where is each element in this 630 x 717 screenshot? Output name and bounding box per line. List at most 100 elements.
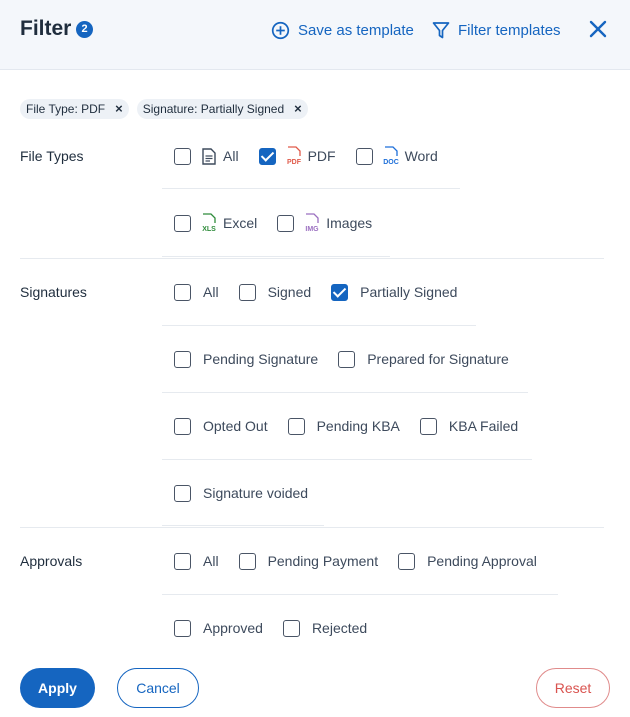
divider xyxy=(162,594,558,595)
option-file-type-excel[interactable]: XLS Excel xyxy=(174,212,257,234)
option-label: Prepared for Signature xyxy=(367,351,509,367)
checkbox-checked[interactable] xyxy=(258,147,276,165)
option-label: Word xyxy=(404,148,438,164)
option-approval-approved[interactable]: Approved xyxy=(174,619,263,637)
plus-circle-icon xyxy=(271,21,290,39)
option-approval-all[interactable]: All xyxy=(174,552,219,570)
page-title: Filter xyxy=(20,17,72,40)
signatures-row-3: Opted Out Pending KBA KBA Failed xyxy=(174,415,538,437)
checkbox[interactable] xyxy=(174,147,191,165)
active-filter-chips: File Type: PDF × Signature: Partially Si… xyxy=(20,99,308,119)
signatures-row-1: All Signed Partially Signed xyxy=(174,281,477,303)
checkbox[interactable] xyxy=(338,350,356,368)
option-label: Pending KBA xyxy=(316,418,400,434)
checkbox[interactable] xyxy=(282,619,300,637)
option-label: All xyxy=(223,148,239,164)
option-label: Excel xyxy=(223,215,258,231)
svg-text:DOC: DOC xyxy=(383,159,399,166)
section-label-approvals: Approvals xyxy=(20,553,83,569)
option-approval-pending-approval[interactable]: Pending Approval xyxy=(398,552,537,570)
option-signature-prepared[interactable]: Prepared for Signature xyxy=(338,350,509,368)
option-approval-pending-payment[interactable]: Pending Payment xyxy=(238,552,379,570)
checkbox[interactable] xyxy=(277,214,295,232)
divider xyxy=(162,325,476,326)
checkbox[interactable] xyxy=(174,552,191,570)
filter-templates-button[interactable]: Filter templates xyxy=(432,19,561,41)
checkbox[interactable] xyxy=(238,552,256,570)
approvals-row-1: All Pending Payment Pending Approval xyxy=(174,550,557,572)
apply-button[interactable]: Apply xyxy=(20,668,95,708)
file-types-row-2: XLS Excel IMG Images xyxy=(174,212,392,234)
option-signature-all[interactable]: All xyxy=(174,283,219,301)
option-file-type-all[interactable]: All xyxy=(174,145,239,167)
option-label: Rejected xyxy=(311,620,368,636)
divider xyxy=(162,256,390,257)
option-file-type-word[interactable]: DOC Word xyxy=(355,145,438,167)
close-icon[interactable] xyxy=(588,19,608,39)
option-file-type-pdf[interactable]: PDF PDF xyxy=(258,145,336,167)
doc-file-icon: DOC xyxy=(381,145,401,167)
filter-header: Filter 2 Save as template Filter templat… xyxy=(0,0,630,70)
pdf-file-icon: PDF xyxy=(284,145,304,167)
svg-text:IMG: IMG xyxy=(306,226,320,233)
filter-templates-label: Filter templates xyxy=(458,21,561,39)
option-label: Pending Payment xyxy=(267,553,379,569)
filter-chip: File Type: PDF × xyxy=(20,99,129,119)
option-signature-signed[interactable]: Signed xyxy=(238,283,312,301)
section-divider xyxy=(20,258,604,259)
option-label: Opted Out xyxy=(203,418,268,434)
checkbox[interactable] xyxy=(174,417,191,435)
cancel-button[interactable]: Cancel xyxy=(117,668,199,708)
svg-text:PDF: PDF xyxy=(287,159,302,166)
save-as-template-button[interactable]: Save as template xyxy=(271,19,414,41)
checkbox[interactable] xyxy=(238,283,256,301)
checkbox[interactable] xyxy=(287,417,305,435)
option-label: PDF xyxy=(307,148,336,164)
signatures-row-4: Signature voided xyxy=(174,482,328,504)
checkbox[interactable] xyxy=(174,619,191,637)
option-signature-partially-signed[interactable]: Partially Signed xyxy=(331,283,458,301)
option-label: Images xyxy=(326,215,373,231)
approvals-row-2: Approved Rejected xyxy=(174,617,387,639)
checkbox-checked[interactable] xyxy=(331,283,349,301)
checkbox[interactable] xyxy=(419,417,437,435)
document-icon xyxy=(199,145,219,167)
option-label: Signature voided xyxy=(203,485,309,501)
img-file-icon: IMG xyxy=(302,212,322,234)
checkbox[interactable] xyxy=(398,552,416,570)
option-signature-opted-out[interactable]: Opted Out xyxy=(174,417,268,435)
option-signature-pending[interactable]: Pending Signature xyxy=(174,350,319,368)
checkbox[interactable] xyxy=(174,283,191,301)
filter-footer: Apply Cancel Reset xyxy=(0,665,630,711)
option-label: All xyxy=(203,284,219,300)
option-label: Pending Approval xyxy=(427,553,537,569)
divider xyxy=(162,188,460,189)
xls-file-icon: XLS xyxy=(199,212,219,234)
checkbox[interactable] xyxy=(355,147,373,165)
checkbox[interactable] xyxy=(174,350,191,368)
signatures-row-2: Pending Signature Prepared for Signature xyxy=(174,348,529,370)
checkbox[interactable] xyxy=(174,214,191,232)
remove-chip-icon[interactable]: × xyxy=(294,102,302,115)
option-approval-rejected[interactable]: Rejected xyxy=(282,619,368,637)
option-signature-voided[interactable]: Signature voided xyxy=(174,484,309,502)
save-as-template-label: Save as template xyxy=(298,21,414,39)
option-file-type-images[interactable]: IMG Images xyxy=(277,212,372,234)
option-signature-kba-failed[interactable]: KBA Failed xyxy=(419,417,519,435)
remove-chip-icon[interactable]: × xyxy=(115,102,123,115)
reset-button[interactable]: Reset xyxy=(536,668,610,708)
option-label: Approved xyxy=(203,620,263,636)
divider xyxy=(162,459,532,460)
option-signature-pending-kba[interactable]: Pending KBA xyxy=(287,417,400,435)
option-label: Pending Signature xyxy=(203,351,319,367)
option-label: Partially Signed xyxy=(360,284,458,300)
svg-text:XLS: XLS xyxy=(202,226,216,233)
filter-chip: Signature: Partially Signed × xyxy=(136,99,308,119)
option-label: KBA Failed xyxy=(448,418,519,434)
file-types-row-1: All PDF PDF DOC Word xyxy=(174,145,458,167)
divider xyxy=(162,392,528,393)
divider xyxy=(162,525,324,526)
section-divider xyxy=(20,527,604,528)
checkbox[interactable] xyxy=(174,484,191,502)
option-label: Signed xyxy=(267,284,312,300)
